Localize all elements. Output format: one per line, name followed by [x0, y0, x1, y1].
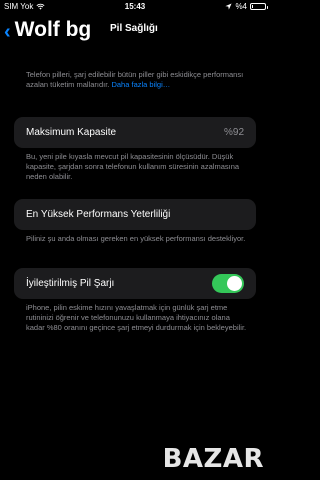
- back-label: Wolf bg: [14, 18, 92, 41]
- location-icon: [225, 3, 232, 10]
- battery-percent: %4: [235, 2, 247, 11]
- optimized-charging-row: İyileştirilmiş Pil Şarjı: [14, 268, 256, 299]
- max-capacity-label: Maksimum Kapasite: [26, 127, 117, 138]
- navigation-bar: ‹ Wolf bg Pil Sağlığı: [0, 14, 270, 46]
- optimized-charging-toggle[interactable]: [212, 274, 244, 293]
- status-bar: SIM Yok 15:43 %4: [0, 0, 270, 14]
- back-button[interactable]: ‹ Wolf bg: [4, 18, 91, 42]
- optimized-charging-label: İyileştirilmiş Pil Şarjı: [26, 278, 115, 289]
- learn-more-link[interactable]: Daha fazla bilgi…: [111, 80, 170, 89]
- page-title: Pil Sağlığı: [110, 23, 158, 34]
- status-right-group: %4: [225, 2, 268, 11]
- toggle-knob: [227, 276, 242, 291]
- chevron-left-icon: ‹: [4, 21, 11, 43]
- intro-text: Telefon pilleri, şarj edilebilir bütün p…: [26, 70, 248, 90]
- battery-icon: [250, 3, 268, 10]
- peak-performance-label: En Yüksek Performans Yeterliliği: [26, 209, 171, 220]
- peak-performance-footnote: Piliniz şu anda olması gereken en yüksek…: [26, 234, 246, 243]
- watermark-logo: BAZAR: [162, 444, 264, 474]
- max-capacity-value: %92: [223, 127, 244, 138]
- max-capacity-footnote: Bu, yeni pile kıyasla mevcut pil kapasit…: [26, 152, 240, 181]
- peak-performance-row: En Yüksek Performans Yeterliliği: [14, 199, 256, 230]
- optimized-charging-footnote: iPhone, pilin eskime hızını yavaşlatmak …: [26, 303, 247, 332]
- max-capacity-row: Maksimum Kapasite %92: [14, 117, 256, 148]
